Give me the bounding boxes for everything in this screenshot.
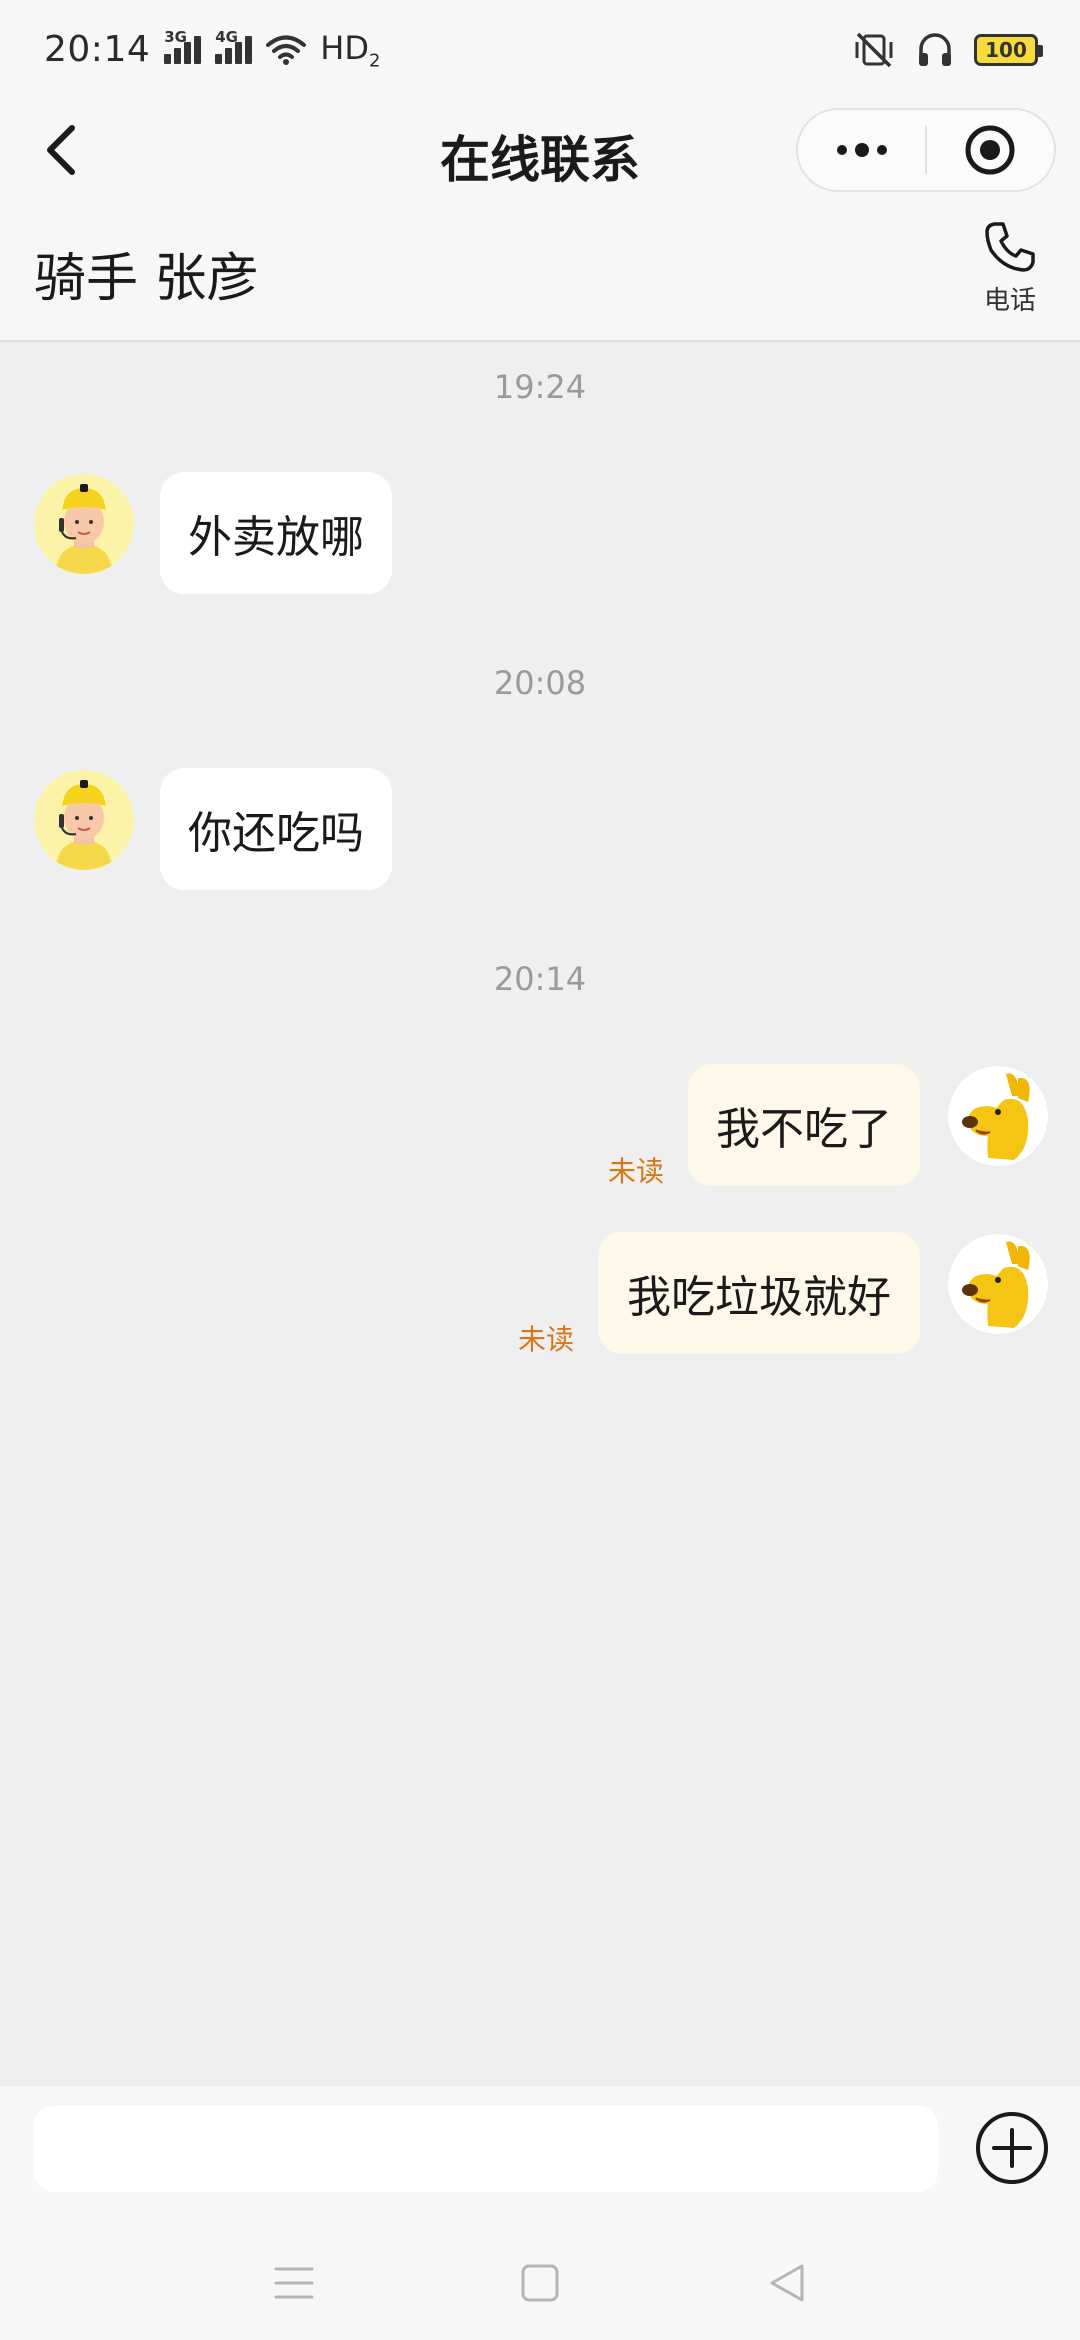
rider-header: 骑手 张彦 电话: [0, 200, 1080, 342]
user-avatar[interactable]: [948, 1234, 1048, 1334]
message-bubble-outgoing[interactable]: 我吃垃圾就好: [598, 1232, 920, 1354]
more-actions-button[interactable]: [974, 2110, 1050, 2186]
message-bubble-outgoing[interactable]: 我不吃了: [688, 1064, 920, 1186]
chevron-left-icon: [47, 125, 75, 175]
battery-icon: 100: [974, 34, 1043, 66]
kangaroo-avatar-icon: [948, 1234, 1048, 1334]
message-timestamp: 20:14: [493, 960, 587, 998]
phone-button[interactable]: 电话: [970, 220, 1050, 330]
nav-menu-button[interactable]: [266, 2255, 322, 2311]
rider-name: 骑手 张彦: [34, 249, 259, 309]
rider-avatar-icon: [34, 474, 134, 574]
user-avatar[interactable]: [948, 1066, 1048, 1166]
status-time: 20:14: [44, 29, 151, 71]
status-bar: 20:14 3G 4G HD2 100: [0, 0, 1080, 100]
network-type-4g: 4G: [215, 27, 238, 46]
back-triangle-icon: [770, 2264, 804, 2302]
rider-avatar[interactable]: [34, 474, 134, 574]
more-dots-icon: [836, 143, 887, 157]
message-input[interactable]: [34, 2106, 938, 2192]
message-bubble-incoming[interactable]: 外卖放哪: [160, 472, 392, 594]
message-timestamp: 19:24: [493, 368, 587, 406]
wifi-icon: [266, 35, 307, 65]
battery-level: 100: [985, 38, 1027, 62]
composer-area: [0, 2086, 1080, 2340]
phone-icon: [985, 222, 1035, 272]
target-circle-icon: [965, 125, 1015, 175]
network-type-3g: 3G: [164, 27, 187, 46]
miniprogram-capsule: [796, 108, 1056, 192]
nav-home-button[interactable]: [512, 2255, 568, 2311]
system-nav-bar: [0, 2226, 1080, 2340]
hd-indicator: HD2: [320, 29, 380, 71]
status-right: 100: [852, 31, 1043, 69]
phone-label: 电话: [983, 286, 1036, 316]
back-button[interactable]: [36, 122, 92, 178]
unread-status: 未读: [608, 1155, 665, 1188]
hd-sub: 2: [368, 50, 381, 72]
home-square-icon: [521, 2264, 559, 2302]
status-left: 20:14 3G 4G HD2: [44, 28, 380, 71]
plus-circle-icon: [976, 2112, 1048, 2184]
chat-area: 19:24 外卖放哪 20:08 你还吃吗 20:14 未读 我不吃了 未读 我…: [0, 344, 1080, 2084]
message-bubble-incoming[interactable]: 你还吃吗: [160, 768, 392, 890]
mute-vibrate-icon: [855, 32, 893, 68]
signal-icon: 4G: [215, 28, 253, 64]
more-button[interactable]: [798, 110, 925, 190]
kangaroo-avatar-icon: [948, 1066, 1048, 1166]
title-bar: 在线联系: [0, 100, 1080, 200]
rider-avatar-icon: [34, 770, 134, 870]
signal-icon: 3G: [164, 28, 202, 64]
close-miniprogram-button[interactable]: [927, 110, 1054, 190]
message-timestamp: 20:08: [493, 664, 587, 702]
unread-status: 未读: [518, 1323, 575, 1356]
hd-label: HD: [320, 28, 369, 67]
nav-back-button[interactable]: [758, 2255, 814, 2311]
headphones-icon: [919, 33, 951, 66]
menu-icon: [274, 2267, 314, 2299]
rider-avatar[interactable]: [34, 770, 134, 870]
